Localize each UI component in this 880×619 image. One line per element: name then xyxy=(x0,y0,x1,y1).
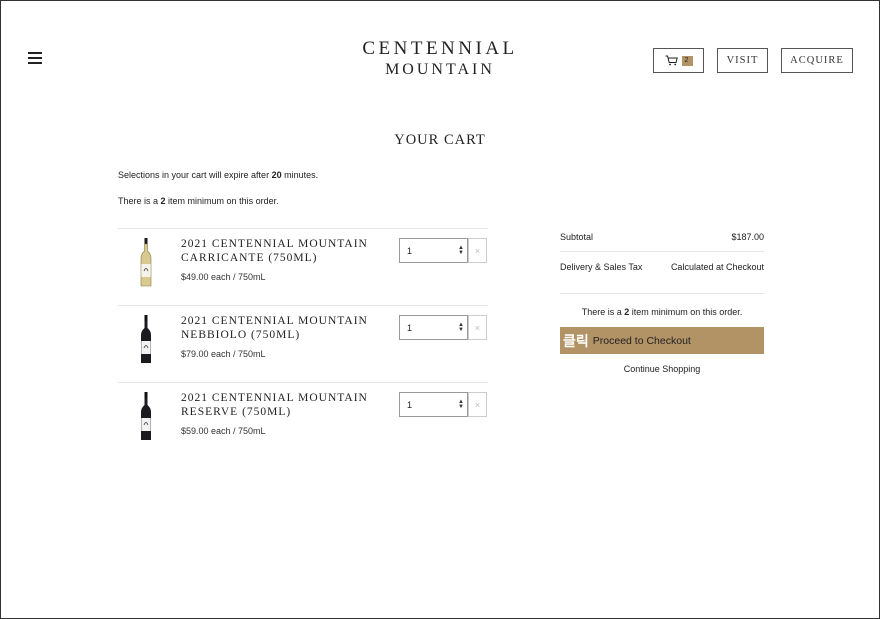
item-price: $49.00 each / 750mL xyxy=(181,272,266,282)
remove-item-button[interactable]: × xyxy=(468,392,487,417)
remove-item-button[interactable]: × xyxy=(468,238,487,263)
item-name[interactable]: 2021 CENTENNIAL MOUNTAIN CARRICANTE (750… xyxy=(181,237,391,265)
remove-item-button[interactable]: × xyxy=(468,315,487,340)
subtotal-row: Subtotal $187.00 xyxy=(560,222,764,252)
summary-minimum-prefix: There is a xyxy=(581,307,625,317)
chevron-up-down-icon: ▲ ▼ xyxy=(458,398,464,410)
item-price: $79.00 each / 750mL xyxy=(181,349,266,359)
click-tag: 클릭 xyxy=(563,332,589,349)
logo-line1: CENTENNIAL xyxy=(362,38,518,59)
subtotal-label: Subtotal xyxy=(560,231,594,242)
brand-logo[interactable]: CENTENNIAL MOUNTAIN xyxy=(340,38,540,80)
cart-icon xyxy=(665,55,678,66)
proceed-to-checkout-button[interactable]: 클릭 Proceed to Checkout xyxy=(560,327,764,354)
quantity-select[interactable]: 1 ▲ ▼ xyxy=(399,315,468,340)
quantity-value: 1 xyxy=(407,322,413,333)
minimum-notice: There is a 2 item minimum on this order. xyxy=(118,196,279,206)
quantity-select[interactable]: 1 ▲ ▼ xyxy=(399,238,468,263)
tax-value: Calculated at Checkout xyxy=(670,262,764,272)
order-summary: Subtotal $187.00 Delivery & Sales Tax Ca… xyxy=(560,222,764,374)
quantity-value: 1 xyxy=(407,399,413,410)
cart-item: 2021 CENTENNIAL MOUNTAIN CARRICANTE (750… xyxy=(118,228,488,305)
checkout-label: Proceed to Checkout xyxy=(592,334,691,347)
wine-bottle-image[interactable] xyxy=(139,392,153,441)
acquire-button[interactable]: ACQUIRE xyxy=(781,48,853,73)
continue-shopping-link[interactable]: Continue Shopping xyxy=(560,364,764,374)
minimum-suffix: item minimum on this order. xyxy=(165,196,279,206)
page-title: YOUR CART xyxy=(394,132,486,148)
tax-row: Delivery & Sales Tax Calculated at Check… xyxy=(560,252,764,282)
item-price: $59.00 each / 750mL xyxy=(181,426,266,436)
expiry-minutes: 20 xyxy=(271,170,282,180)
expiry-suffix: minutes. xyxy=(281,170,319,180)
wine-bottle-image[interactable] xyxy=(139,238,153,287)
logo-line2: MOUNTAIN xyxy=(385,61,495,78)
cart-item: 2021 CENTENNIAL MOUNTAIN NEBBIOLO (750ML… xyxy=(118,305,488,382)
hamburger-icon[interactable] xyxy=(28,52,42,64)
expiry-notice: Selections in your cart will expire afte… xyxy=(118,170,318,180)
quantity-value: 1 xyxy=(407,245,413,256)
subtotal-value: $187.00 xyxy=(731,231,764,242)
minimum-prefix: There is a xyxy=(118,196,161,206)
item-name[interactable]: 2021 CENTENNIAL MOUNTAIN NEBBIOLO (750ML… xyxy=(181,314,391,342)
tax-label: Delivery & Sales Tax xyxy=(560,262,643,272)
item-name[interactable]: 2021 CENTENNIAL MOUNTAIN RESERVE (750ML) xyxy=(181,391,391,419)
visit-button[interactable]: VISIT xyxy=(717,48,768,73)
expiry-prefix: Selections in your cart will expire afte… xyxy=(118,170,272,180)
quantity-select[interactable]: 1 ▲ ▼ xyxy=(399,392,468,417)
cart-item: 2021 CENTENNIAL MOUNTAIN RESERVE (750ML)… xyxy=(118,382,488,459)
cart-count-badge: 2 xyxy=(681,55,693,66)
summary-divider xyxy=(560,293,764,294)
wine-bottle-image[interactable] xyxy=(139,315,153,364)
chevron-up-down-icon: ▲ ▼ xyxy=(458,244,464,256)
summary-minimum-notice: There is a 2 item minimum on this order. xyxy=(560,307,764,317)
cart-button[interactable]: 2 xyxy=(653,48,704,73)
summary-minimum-suffix: item minimum on this order. xyxy=(629,307,743,317)
chevron-up-down-icon: ▲ ▼ xyxy=(458,321,464,333)
